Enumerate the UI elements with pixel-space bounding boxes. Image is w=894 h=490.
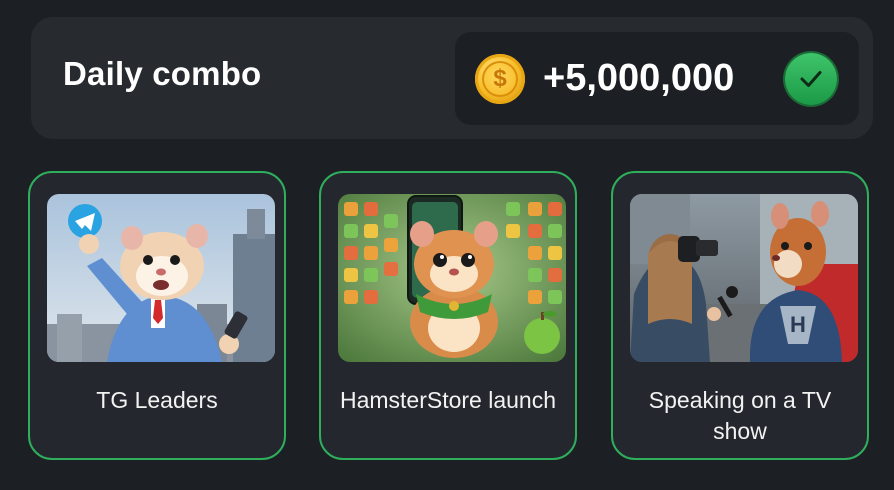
daily-combo-title: Daily combo [63,55,262,92]
svg-text:H: H [790,312,806,337]
coin-dollar-glyph: $ [482,61,518,97]
combo-card-hamsterstore[interactable]: HamsterStore launch [319,171,577,460]
combo-reward-amount: +5,000,000 [543,57,735,99]
card-label: Speaking on a TV show [648,387,832,444]
combo-reward-pill: $ +5,000,000 [455,32,859,125]
combo-card-tv-show[interactable]: H Speaking on a TV show [611,171,869,460]
daily-combo-header: Daily combo $ +5,000,000 [31,17,873,139]
card-image-hamster-app-store [338,194,566,362]
card-label: HamsterStore launch [339,387,557,413]
coin-icon: $ [475,54,525,104]
checkmark-icon [785,53,837,105]
card-label: TG Leaders [96,387,218,413]
card-image-hamster-businessman [47,194,275,362]
card-image-hamster-superhero-interview: H [630,194,858,362]
combo-card-tg-leaders[interactable]: TG Leaders [28,171,286,460]
